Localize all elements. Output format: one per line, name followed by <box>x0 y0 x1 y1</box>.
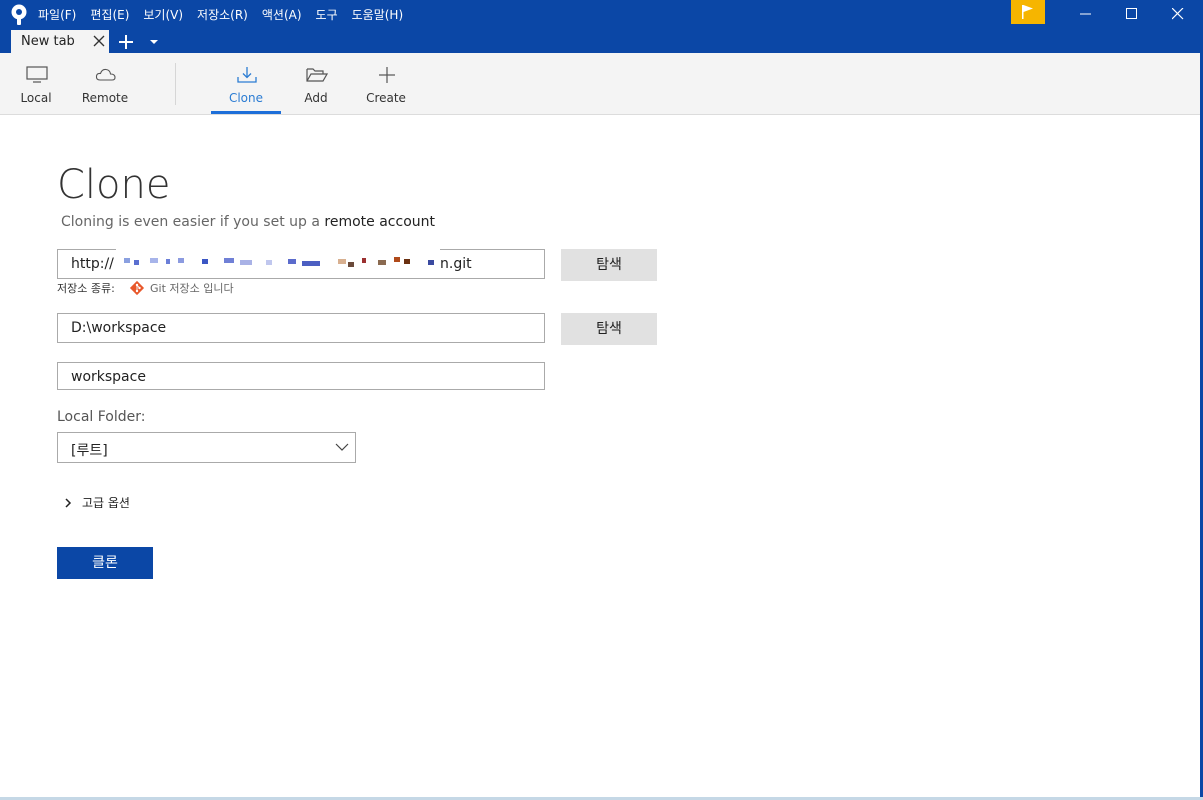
toolbar-divider <box>175 63 176 105</box>
redacted-url-mosaic <box>116 242 440 276</box>
download-icon <box>237 67 257 83</box>
close-window-button[interactable] <box>1155 0 1201 28</box>
chevron-down-icon <box>335 443 349 451</box>
chevron-right-icon <box>65 498 72 508</box>
repository-name-input[interactable]: workspace <box>57 362 545 390</box>
toolbar-remote-label: Remote <box>81 91 129 105</box>
toolbar-local-label: Local <box>20 91 52 105</box>
toolbar-clone[interactable]: Clone <box>211 53 281 114</box>
remote-account-link[interactable]: remote account <box>324 214 435 230</box>
advanced-options-label: 고급 옵션 <box>82 496 130 510</box>
tab-new-tab[interactable]: New tab <box>11 30 109 53</box>
subtitle-text: Cloning is even easier if you set up a <box>61 214 320 230</box>
toolbar-add[interactable]: Add <box>281 53 351 114</box>
url-end-text: n.git <box>440 256 472 272</box>
destination-path-input[interactable]: D:\workspace <box>57 313 545 343</box>
menu-repository[interactable]: 저장소(R) <box>197 6 248 23</box>
tab-label: New tab <box>21 34 75 49</box>
menu-view[interactable]: 보기(V) <box>143 6 183 23</box>
local-folder-label: Local Folder: <box>57 409 146 425</box>
minimize-icon <box>1080 13 1091 15</box>
toolbar-create[interactable]: Create <box>351 53 421 114</box>
new-tab-plus-icon[interactable] <box>117 33 135 51</box>
toolbar-local[interactable]: Local <box>1 53 71 114</box>
close-icon <box>1172 8 1184 20</box>
minimize-button[interactable] <box>1063 0 1109 28</box>
menu-bar: 파일(F) 편집(E) 보기(V) 저장소(R) 액션(A) 도구 도움말(H) <box>38 0 417 28</box>
repo-type-label: 저장소 종류: <box>57 282 115 295</box>
browse-source-button[interactable]: 탐색 <box>561 249 657 281</box>
repo-type-value: Git 저장소 입니다 <box>150 282 234 295</box>
sourcetree-logo-icon[interactable] <box>10 4 28 26</box>
toolbar-remote[interactable]: Remote <box>70 53 140 114</box>
toolbar-add-label: Add <box>304 91 328 105</box>
subtitle: Cloning is even easier if you set up a r… <box>61 214 435 230</box>
tab-dropdown-icon[interactable] <box>149 38 159 46</box>
folder-open-icon <box>306 68 328 82</box>
menu-help[interactable]: 도움말(H) <box>352 6 404 23</box>
title-bar: 파일(F) 편집(E) 보기(V) 저장소(R) 액션(A) 도구 도움말(H)… <box>0 0 1203 53</box>
maximize-icon <box>1126 8 1137 19</box>
toolbar-create-label: Create <box>366 91 406 105</box>
page-title: Clone <box>57 162 171 208</box>
menu-actions[interactable]: 액션(A) <box>262 6 302 23</box>
browse-destination-button[interactable]: 탐색 <box>561 313 657 345</box>
menu-file[interactable]: 파일(F) <box>38 6 76 23</box>
toolbar: Local Remote Clone Add Create <box>0 53 1203 115</box>
git-icon <box>129 280 145 296</box>
clone-button[interactable]: 클론 <box>57 547 153 579</box>
monitor-icon <box>26 66 48 83</box>
flag-icon <box>1022 5 1033 19</box>
menu-tools[interactable]: 도구 <box>316 6 338 23</box>
menu-edit[interactable]: 편집(E) <box>90 6 129 23</box>
toolbar-clone-label: Clone <box>228 91 264 105</box>
local-folder-select[interactable]: [루트] <box>57 432 356 463</box>
tab-close-icon[interactable] <box>93 35 105 47</box>
url-start-text: http:// <box>71 256 114 272</box>
local-folder-value: [루트] <box>71 443 108 459</box>
cloud-icon <box>95 68 116 81</box>
plus-icon <box>379 67 395 83</box>
repo-type-row: 저장소 종류: Git 저장소 입니다 <box>57 280 234 296</box>
notification-flag-button[interactable] <box>1011 0 1045 24</box>
maximize-button[interactable] <box>1109 0 1155 28</box>
